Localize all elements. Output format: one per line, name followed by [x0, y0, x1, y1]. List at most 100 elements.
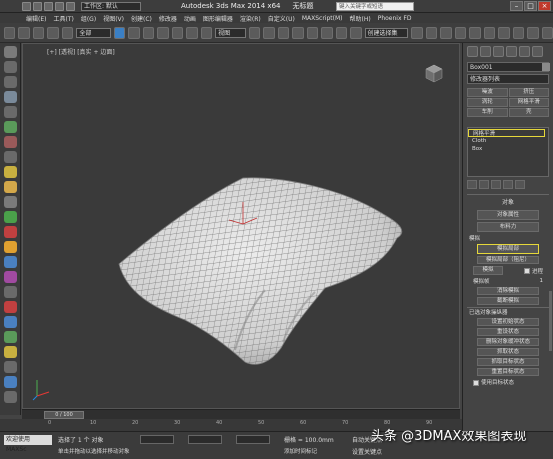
scale-icon[interactable]: [200, 26, 213, 39]
globe-icon[interactable]: [3, 376, 17, 388]
use-target-checkbox[interactable]: 使用目标状态: [473, 378, 514, 386]
layer-icon[interactable]: [440, 26, 452, 39]
menu-maxscript[interactable]: MAXScript(M): [302, 15, 343, 22]
delete-cache-button[interactable]: 删除对象缓冲状态: [477, 338, 539, 346]
configure-sets-icon[interactable]: [515, 180, 525, 189]
grab-state-button[interactable]: 抓取状态: [477, 348, 539, 356]
close-button[interactable]: ×: [538, 1, 551, 11]
curve-editor-icon[interactable]: [469, 26, 481, 39]
select-by-name-icon[interactable]: [128, 26, 140, 39]
create-tab-icon[interactable]: [467, 46, 478, 57]
pivot-icon[interactable]: [248, 26, 261, 39]
align-icon[interactable]: [425, 26, 438, 39]
modifier-list-select[interactable]: 修改器列表: [467, 74, 549, 84]
graphite-icon[interactable]: [454, 26, 467, 39]
particle-icon[interactable]: [3, 271, 17, 283]
menu-edit[interactable]: 编辑(E): [26, 14, 46, 23]
undo-icon[interactable]: [4, 26, 16, 39]
character-icon[interactable]: [3, 136, 17, 148]
undo-icon[interactable]: [55, 1, 64, 11]
render-frame-icon[interactable]: [527, 26, 539, 39]
stack-item-meshsmooth[interactable]: 网格平滑: [468, 129, 545, 137]
shell-button[interactable]: 壳: [508, 108, 549, 117]
menu-modifiers[interactable]: 修改器: [159, 14, 177, 23]
move-icon[interactable]: [171, 26, 184, 39]
reset-target-state-button[interactable]: 重置目标状态: [477, 368, 539, 376]
rect-region-icon[interactable]: [142, 26, 155, 39]
ref-coord-select[interactable]: 视图: [215, 27, 246, 38]
folder-icon[interactable]: [3, 166, 17, 178]
schematic-icon[interactable]: [483, 26, 496, 39]
selection-filter-select[interactable]: 全部: [76, 27, 111, 38]
cloth-pillow-mesh[interactable]: [115, 172, 407, 372]
menu-phoenix[interactable]: Phoenix FD: [378, 15, 412, 22]
select-object-icon[interactable]: [113, 26, 126, 39]
simulate-local-button[interactable]: 模拟局部: [477, 244, 539, 254]
box-icon[interactable]: [3, 61, 17, 73]
modify-tab-icon[interactable]: [480, 46, 491, 57]
cloud-icon[interactable]: [3, 46, 17, 58]
render-icon[interactable]: [541, 26, 553, 39]
object-name-field[interactable]: Box001: [467, 62, 550, 72]
fire-icon[interactable]: [3, 226, 17, 238]
time-slider[interactable]: 0 / 100: [44, 411, 84, 419]
hierarchy-icon[interactable]: [3, 106, 17, 118]
maxscript-listener[interactable]: 欢迎使用 MAXSc: [4, 435, 52, 453]
show-end-result-icon[interactable]: [479, 180, 489, 189]
named-selection-select[interactable]: 创建选择集: [364, 27, 409, 38]
tree-icon[interactable]: [3, 331, 17, 343]
render-setup-icon[interactable]: [512, 26, 525, 39]
redo-icon[interactable]: [18, 26, 30, 39]
viewcube-icon[interactable]: [421, 62, 447, 86]
stack-item-cloth[interactable]: Cloth: [468, 137, 548, 145]
sphere-icon[interactable]: [3, 196, 17, 208]
grid-icon[interactable]: [3, 76, 17, 88]
perspective-viewport[interactable]: [+] [透视] [真实 + 边面]: [22, 43, 460, 409]
sun-icon[interactable]: [3, 181, 17, 193]
utilities-tab-icon[interactable]: [532, 46, 543, 57]
erase-simulation-button[interactable]: 消除模拟: [477, 287, 539, 295]
pointer-icon[interactable]: [3, 91, 17, 103]
material-editor-icon[interactable]: [498, 26, 510, 39]
set-key-button[interactable]: 设置关键点: [352, 447, 382, 456]
light-icon[interactable]: [3, 241, 17, 253]
menu-views[interactable]: 视图(V): [103, 14, 124, 23]
menu-create[interactable]: 创建(C): [131, 14, 152, 23]
hierarchy-tab-icon[interactable]: [493, 46, 504, 57]
menu-group[interactable]: 组(G): [81, 14, 96, 23]
angle-snap-icon[interactable]: [306, 26, 319, 39]
pin-stack-icon[interactable]: [467, 180, 477, 189]
menu-customize[interactable]: 自定义(U): [268, 14, 295, 23]
ruler-icon[interactable]: [3, 361, 17, 373]
redo-icon[interactable]: [66, 1, 75, 11]
spinner-snap-icon[interactable]: [335, 26, 348, 39]
grab-target-state-button[interactable]: 抓取目标状态: [477, 358, 539, 366]
percent-snap-icon[interactable]: [321, 26, 333, 39]
mirror-icon[interactable]: [411, 26, 423, 39]
water-icon[interactable]: [3, 256, 17, 268]
rollout-title[interactable]: 对象: [467, 195, 549, 208]
keyboard-shortcut-icon[interactable]: [277, 26, 290, 39]
bind-space-warp-icon[interactable]: [61, 26, 74, 39]
progress-checkbox[interactable]: 进程: [523, 267, 543, 275]
command-panel-scrollbar[interactable]: [549, 291, 552, 351]
menu-rendering[interactable]: 渲染(R): [240, 14, 261, 23]
cube-icon[interactable]: [3, 316, 17, 328]
edit-named-sel-icon[interactable]: [350, 26, 362, 39]
settings-icon[interactable]: [3, 391, 17, 403]
window-crossing-icon[interactable]: [157, 26, 169, 39]
lathe-button[interactable]: 车削: [467, 108, 508, 117]
new-file-icon[interactable]: [22, 1, 31, 11]
set-initial-state-button[interactable]: 设置初始状态: [477, 318, 539, 326]
add-time-tag[interactable]: 添加时间标记: [284, 447, 317, 455]
camera-icon[interactable]: [3, 151, 17, 163]
plant-icon[interactable]: [3, 211, 17, 223]
save-icon[interactable]: [44, 1, 53, 11]
display-tab-icon[interactable]: [519, 46, 530, 57]
object-color-swatch[interactable]: [542, 63, 550, 71]
link-icon[interactable]: [32, 26, 45, 39]
y-coord-field[interactable]: [188, 435, 222, 444]
tool-icon[interactable]: [3, 286, 17, 298]
squeeze-button[interactable]: 挤压: [508, 88, 549, 97]
meshsmooth-button[interactable]: 网格平滑: [508, 98, 549, 107]
